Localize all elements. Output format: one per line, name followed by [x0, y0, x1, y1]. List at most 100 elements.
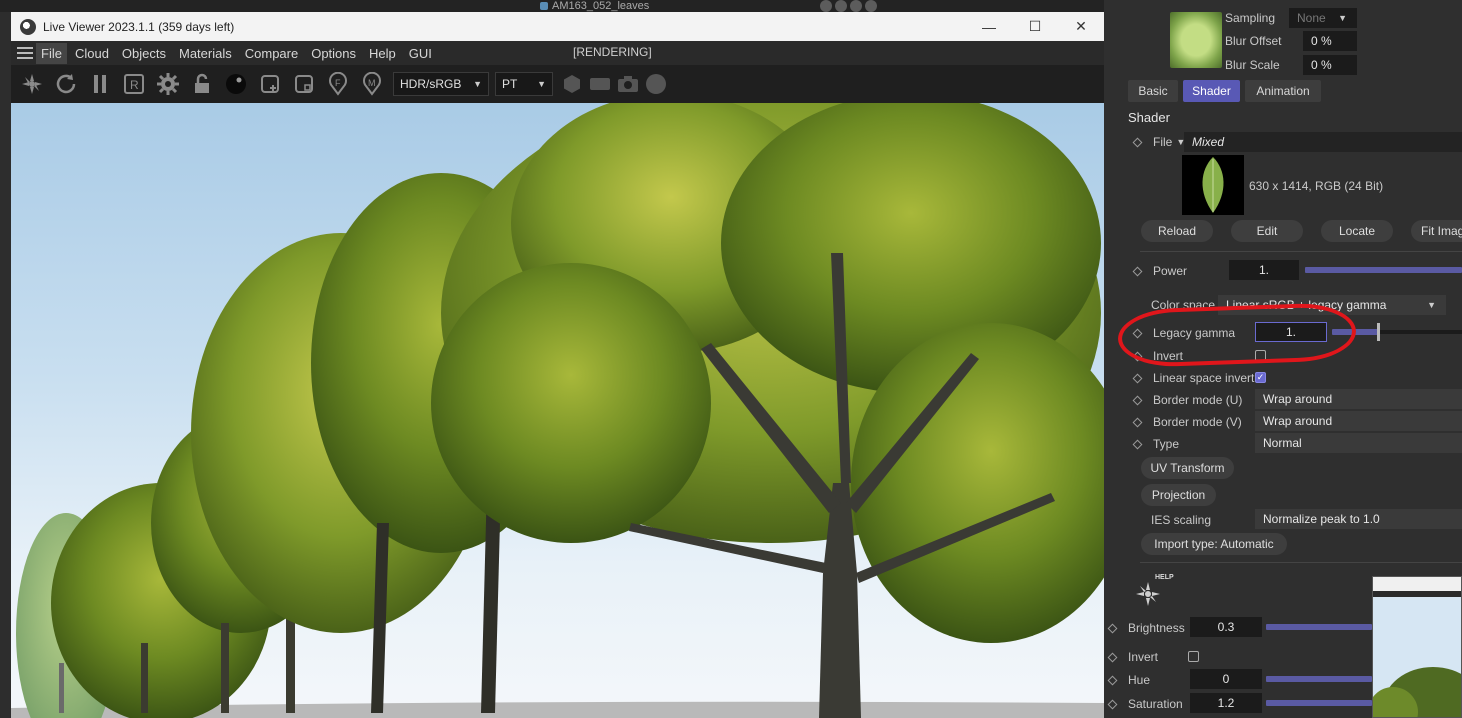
border-mode-u-select[interactable]: Wrap around — [1255, 389, 1462, 409]
add-region-icon[interactable] — [257, 71, 283, 97]
focus-pick-icon[interactable]: F — [325, 71, 351, 97]
octane-icon[interactable] — [19, 71, 45, 97]
brightness-slider[interactable] — [1266, 624, 1372, 630]
fit-image-button[interactable]: Fit Imag — [1411, 220, 1462, 242]
film-region-icon[interactable] — [291, 71, 317, 97]
menu-help[interactable]: Help — [364, 43, 401, 64]
brightness-field[interactable]: 0.3 — [1190, 617, 1262, 637]
title-bar[interactable]: Live Viewer 2023.1.1 (359 days left) — ☐… — [11, 12, 1104, 41]
tag-icon[interactable] — [835, 0, 847, 12]
menu-gui[interactable]: GUI — [404, 43, 437, 64]
keyframe-diamond-icon[interactable] — [1107, 699, 1118, 709]
hamburger-menu-icon[interactable] — [17, 47, 33, 59]
border-mode-v-select[interactable]: Wrap around — [1255, 411, 1462, 431]
lock-icon[interactable] — [189, 71, 215, 97]
divider — [1140, 562, 1462, 563]
keyframe-diamond-icon[interactable] — [1107, 675, 1118, 685]
kernel-select-value: PT — [502, 77, 518, 91]
object-icon — [540, 2, 548, 10]
divider — [1140, 251, 1462, 252]
projection-button[interactable]: Projection — [1141, 484, 1216, 506]
octane-help-icon[interactable] — [1134, 578, 1166, 611]
tab-basic[interactable]: Basic — [1128, 80, 1178, 102]
brightness-value: 0.3 — [1217, 620, 1235, 634]
tab-shader[interactable]: Shader — [1183, 80, 1240, 102]
menu-cloud[interactable]: Cloud — [70, 43, 114, 64]
saturation-value: 1.2 — [1217, 696, 1235, 710]
blur-scale-label: Blur Scale — [1225, 58, 1280, 72]
window-title: Live Viewer 2023.1.1 (359 days left) — [43, 19, 235, 34]
ies-scaling-select[interactable]: Normalize peak to 1.0 — [1255, 509, 1462, 529]
type-select[interactable]: Normal — [1255, 433, 1462, 453]
material-pick-icon[interactable]: M — [359, 71, 385, 97]
keyframe-diamond-icon[interactable] — [1132, 373, 1143, 383]
close-button[interactable]: ✕ — [1058, 12, 1104, 41]
keyframe-diamond-icon[interactable] — [1107, 652, 1118, 662]
power-field[interactable]: 1. — [1229, 260, 1299, 280]
file-path-value: Mixed — [1192, 135, 1225, 149]
invert-2-checkbox[interactable] — [1188, 651, 1199, 662]
reload-button[interactable]: Reload — [1141, 220, 1213, 242]
saturation-field[interactable]: 1.2 — [1190, 693, 1262, 713]
ies-scaling-label: IES scaling — [1151, 513, 1212, 527]
menu-options[interactable]: Options — [306, 43, 361, 64]
sampling-value: None — [1297, 11, 1326, 25]
minimize-button[interactable]: — — [966, 12, 1012, 41]
linear-space-invert-checkbox[interactable]: ✓ — [1255, 372, 1266, 383]
maximize-button[interactable]: ☐ — [1012, 12, 1058, 41]
menu-file[interactable]: File — [36, 42, 67, 64]
keyframe-diamond-icon[interactable] — [1132, 266, 1143, 276]
settings-gear-icon[interactable] — [155, 71, 181, 97]
clay-mode-icon[interactable] — [587, 71, 613, 97]
keyframe-diamond-icon[interactable] — [1132, 395, 1143, 405]
locate-button[interactable]: Locate — [1321, 220, 1393, 242]
brightness-label: Brightness — [1128, 621, 1185, 635]
camera-icon[interactable] — [615, 71, 641, 97]
keyframe-diamond-icon[interactable] — [1132, 137, 1143, 147]
sampling-select[interactable]: None ▼ — [1289, 8, 1357, 28]
power-row: Power — [1132, 264, 1187, 278]
uv-transform-button[interactable]: UV Transform — [1141, 457, 1234, 479]
type-label: Type — [1153, 437, 1180, 451]
linear-space-invert-label: Linear space invert — [1153, 371, 1255, 385]
mini-viewer-preview[interactable] — [1372, 576, 1462, 718]
keyframe-diamond-icon[interactable] — [1107, 623, 1118, 633]
hue-field[interactable]: 0 — [1190, 669, 1262, 689]
hexagon-icon[interactable] — [559, 71, 585, 97]
tab-animation[interactable]: Animation — [1245, 80, 1321, 102]
sphere-icon[interactable] — [643, 71, 669, 97]
blur-offset-field[interactable]: 0 % — [1303, 31, 1357, 51]
menu-materials[interactable]: Materials — [174, 43, 237, 64]
menu-compare[interactable]: Compare — [240, 43, 303, 64]
tag-icon[interactable] — [820, 0, 832, 12]
tonemap-select[interactable]: HDR/sRGB ▼ — [393, 72, 489, 96]
tag-icon[interactable] — [865, 0, 877, 12]
region-render-icon[interactable]: R — [121, 71, 147, 97]
power-slider[interactable] — [1305, 267, 1462, 273]
edit-button[interactable]: Edit — [1231, 220, 1303, 242]
blur-scale-field[interactable]: 0 % — [1303, 55, 1357, 75]
mini-tree-image — [1373, 597, 1461, 717]
border-mode-v-label: Border mode (V) — [1153, 415, 1242, 429]
svg-text:F: F — [335, 78, 341, 88]
hue-row: Hue — [1107, 673, 1150, 687]
background-object-item[interactable]: AM163_052_leaves — [540, 0, 649, 12]
keyframe-diamond-icon[interactable] — [1132, 439, 1143, 449]
blur-offset-label: Blur Offset — [1225, 34, 1282, 48]
hue-slider[interactable] — [1266, 676, 1372, 682]
file-path-field[interactable]: Mixed — [1184, 132, 1462, 152]
import-type-button[interactable]: Import type: Automatic — [1141, 533, 1287, 555]
live-viewer-window: Live Viewer 2023.1.1 (359 days left) — ☐… — [11, 12, 1104, 718]
render-viewport[interactable] — [11, 103, 1104, 718]
pause-icon[interactable] — [87, 71, 113, 97]
material-sphere-icon[interactable] — [223, 71, 249, 97]
mini-titlebar — [1373, 577, 1461, 591]
tag-icon[interactable] — [850, 0, 862, 12]
border-mode-v-value: Wrap around — [1263, 414, 1333, 428]
keyframe-diamond-icon[interactable] — [1132, 417, 1143, 427]
type-row: Type — [1132, 437, 1180, 451]
saturation-slider[interactable] — [1266, 700, 1372, 706]
refresh-icon[interactable] — [53, 71, 79, 97]
menu-objects[interactable]: Objects — [117, 43, 171, 64]
kernel-select[interactable]: PT ▼ — [495, 72, 553, 96]
